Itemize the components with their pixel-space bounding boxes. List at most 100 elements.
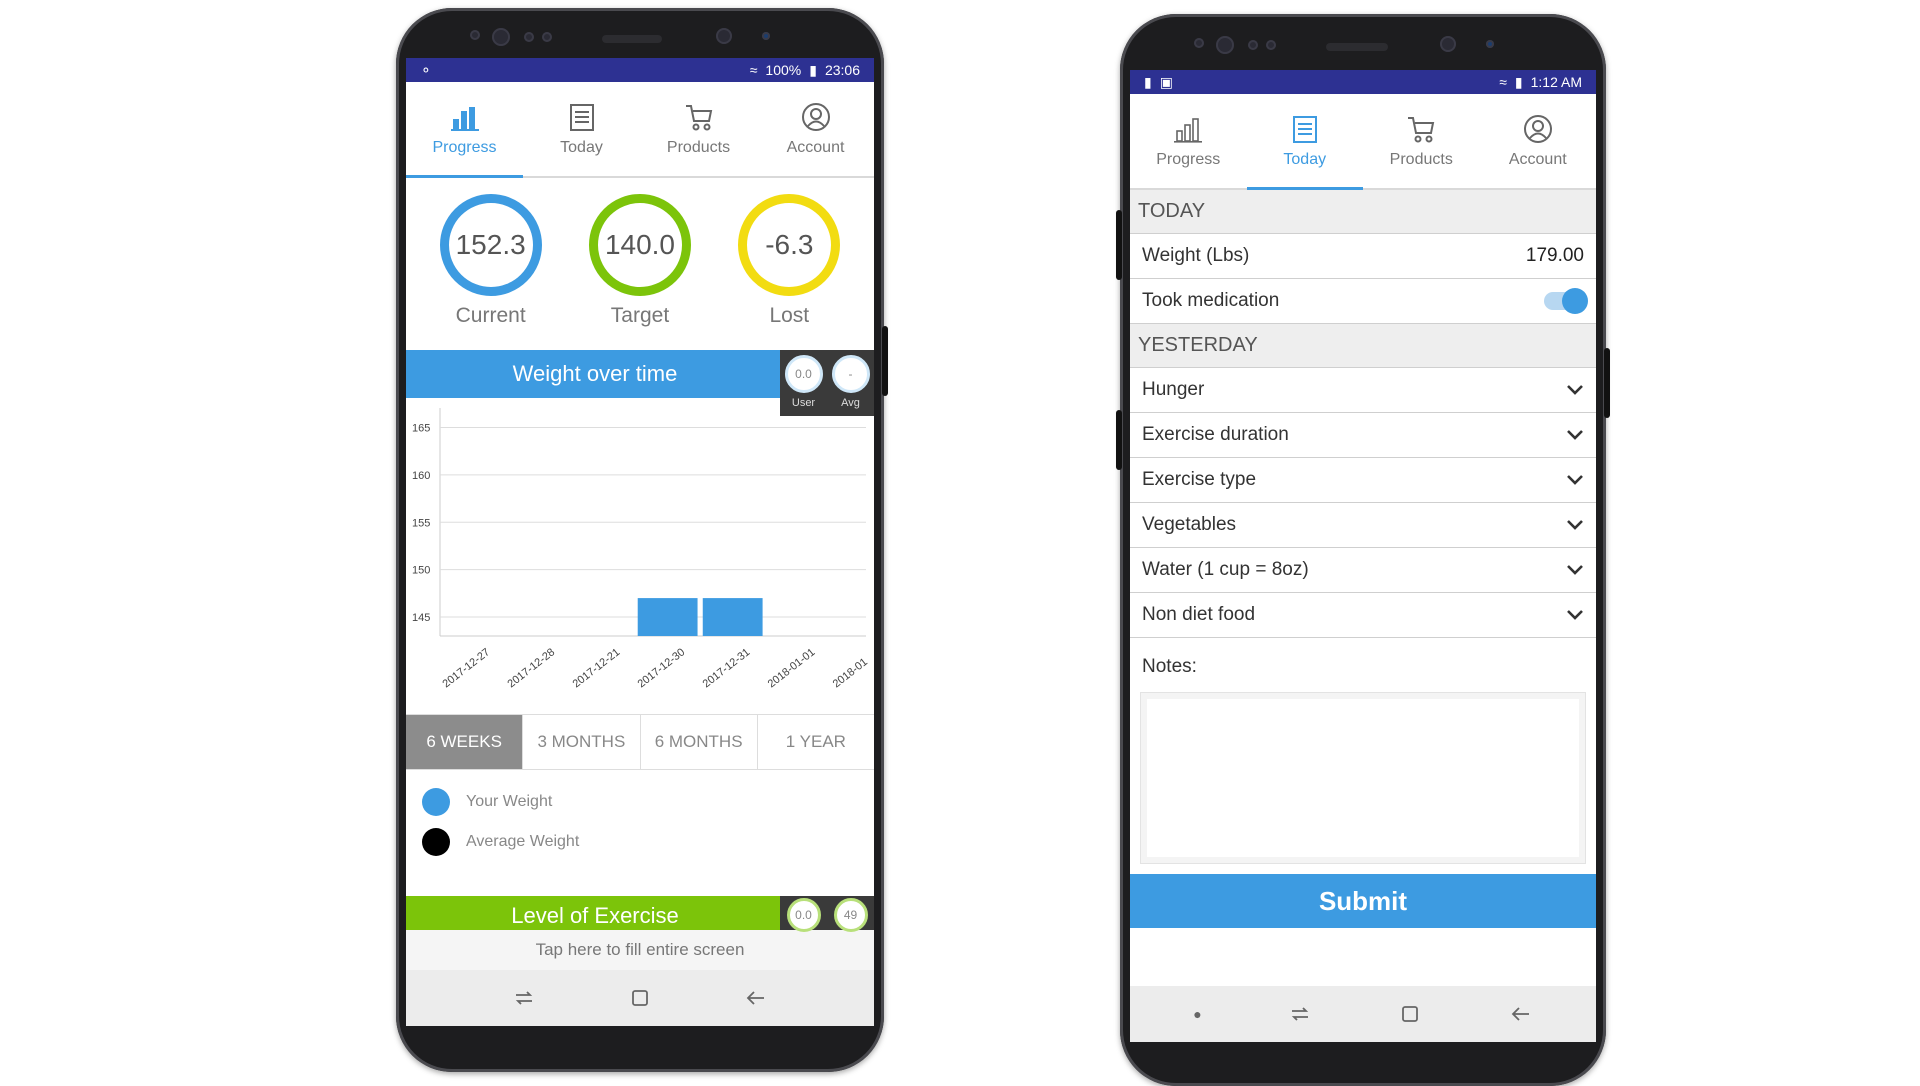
y-tick-label: 165 (412, 422, 430, 434)
list-icon (1292, 116, 1317, 143)
yesterday-heading: YESTERDAY (1130, 324, 1596, 368)
battery-icon: ▮ (1514, 73, 1523, 90)
x-tick-label: 2018-01-01 (766, 646, 818, 690)
current-ring: 152.3 (439, 194, 542, 296)
weight-label: Weight (Lbs) (1142, 245, 1250, 266)
x-tick-label: 2017-12-21 (571, 646, 623, 690)
tab-label: Products (1389, 151, 1453, 168)
period-selector: 6 WEEKS 3 MONTHS 6 MONTHS 1 YEAR (406, 714, 874, 770)
x-tick-label: 2018-01 (831, 656, 870, 690)
notification-icon: ▣ (1159, 73, 1173, 90)
notification-icon: ⚬ (420, 61, 432, 78)
tab-label: Today (1283, 151, 1327, 168)
recent-apps-icon[interactable] (1288, 1002, 1312, 1026)
weight-input[interactable]: 179.00 (1526, 245, 1584, 267)
earpiece-speaker (602, 35, 662, 43)
dropdown-label: Water (1 cup = 8oz) (1142, 559, 1309, 580)
tab-account[interactable]: Account (1480, 94, 1597, 188)
front-camera (1216, 36, 1234, 54)
tab-account[interactable]: Account (757, 82, 874, 176)
chart-legend: Your Weight Average Weight (406, 770, 874, 896)
medication-toggle[interactable] (1544, 288, 1588, 314)
x-tick-label: 2017-12-31 (701, 646, 753, 690)
tab-label: Products (666, 139, 731, 156)
legend-swatch (422, 788, 450, 816)
cart-icon (1408, 117, 1435, 143)
tab-label: Progress (432, 139, 497, 156)
chevron-down-icon (1567, 475, 1583, 485)
vegetables-dropdown[interactable]: Vegetables (1130, 503, 1596, 548)
back-icon[interactable] (744, 986, 768, 1010)
tab-progress[interactable]: Progress (1130, 94, 1247, 188)
tab-progress[interactable]: Progress (406, 82, 523, 178)
battery-text: 100% (765, 62, 802, 78)
water-dropdown[interactable]: Water (1 cup = 8oz) (1130, 548, 1596, 593)
non-diet-food-dropdown[interactable]: Non diet food (1130, 593, 1596, 638)
front-camera (492, 28, 510, 46)
stat-label: Target (610, 304, 670, 327)
dropdown-label: Exercise type (1142, 469, 1257, 490)
hunger-dropdown[interactable]: Hunger (1130, 368, 1596, 413)
home-icon[interactable] (1398, 1002, 1422, 1026)
fill-screen-hint[interactable]: Tap here to fill entire screen (406, 930, 874, 970)
exercise-type-dropdown[interactable]: Exercise type (1130, 458, 1596, 503)
submit-button[interactable]: Submit (1130, 874, 1596, 928)
target-ring: 140.0 (588, 194, 691, 296)
dropdown-label: Non diet food (1142, 604, 1256, 625)
exercise-value-2: 49 (833, 898, 868, 932)
back-icon[interactable] (1509, 1002, 1533, 1026)
exercise-duration-dropdown[interactable]: Exercise duration (1130, 413, 1596, 458)
tab-label: Account (786, 139, 845, 156)
tab-bar: Progress Today Products Account (406, 82, 874, 178)
sensor-dot (1248, 40, 1258, 50)
lost-ring: -6.3 (738, 194, 841, 296)
weight-chart-svg: 145 150 155 160 165 2017-12-27 2017-12-28 2017-… (412, 408, 870, 690)
legend-swatch (422, 828, 450, 856)
chevron-down-icon (1567, 565, 1583, 575)
toggle-knob (1562, 288, 1588, 314)
period-3-months[interactable]: 3 MONTHS (523, 715, 641, 769)
sensor-dot (762, 32, 770, 40)
battery-icon: ▮ (809, 61, 817, 78)
tab-label: Today (560, 139, 603, 156)
tab-products[interactable]: Products (1363, 94, 1480, 188)
sensor-dot (1486, 40, 1494, 48)
bar-chart-icon (450, 107, 479, 131)
period-6-weeks[interactable]: 6 WEEKS (406, 715, 524, 769)
notes-textarea[interactable] (1140, 692, 1586, 864)
tab-label: Account (1508, 151, 1567, 168)
recent-apps-icon[interactable] (512, 986, 536, 1010)
weight-row[interactable]: Weight (Lbs) 179.00 (1130, 234, 1596, 279)
status-time: 23:06 (824, 62, 860, 78)
sensor-dot (542, 32, 552, 42)
legend-label: Your Weight (466, 793, 553, 810)
right-screen: ▮ ▣ ≈ ▮ 1:12 AM Progress Today Products (1130, 70, 1596, 1042)
system-nav-bar (406, 970, 874, 1026)
weight-stats: 152.3 Current 140.0 Target -6.3 Lost (406, 178, 874, 350)
bar-chart-icon (1174, 118, 1203, 143)
exercise-toggle-2[interactable]: 49 (833, 898, 868, 932)
account-icon (1523, 115, 1552, 143)
bixby-button (1116, 410, 1122, 470)
stat-lost: -6.3 Lost (738, 194, 841, 350)
chevron-down-icon (1567, 385, 1583, 395)
exercise-toggle-1[interactable]: 0.0 (786, 898, 821, 932)
period-6-months[interactable]: 6 MONTHS (641, 715, 758, 769)
tab-today[interactable]: Today (1246, 94, 1364, 190)
exercise-toggles: 0.0 49 (780, 896, 874, 932)
today-heading: TODAY (1130, 190, 1596, 234)
home-icon[interactable] (628, 986, 652, 1010)
iris-scanner (716, 28, 732, 44)
chevron-down-icon (1567, 430, 1583, 440)
user-value: 0.0 (784, 355, 823, 393)
chevron-down-icon (1567, 520, 1583, 530)
stat-label: Lost (769, 304, 810, 327)
earpiece-speaker (1326, 43, 1388, 51)
tab-today[interactable]: Today (523, 82, 640, 176)
status-bar: ⚬ ≈ 100% ▮ 23:06 (406, 58, 874, 82)
period-1-year[interactable]: 1 YEAR (758, 715, 874, 769)
left-screen: ⚬ ≈ 100% ▮ 23:06 Progress Today Products (406, 58, 874, 1026)
chevron-down-icon (1567, 610, 1583, 620)
tab-products[interactable]: Products (640, 82, 757, 176)
system-nav-bar: ● (1130, 986, 1596, 1042)
